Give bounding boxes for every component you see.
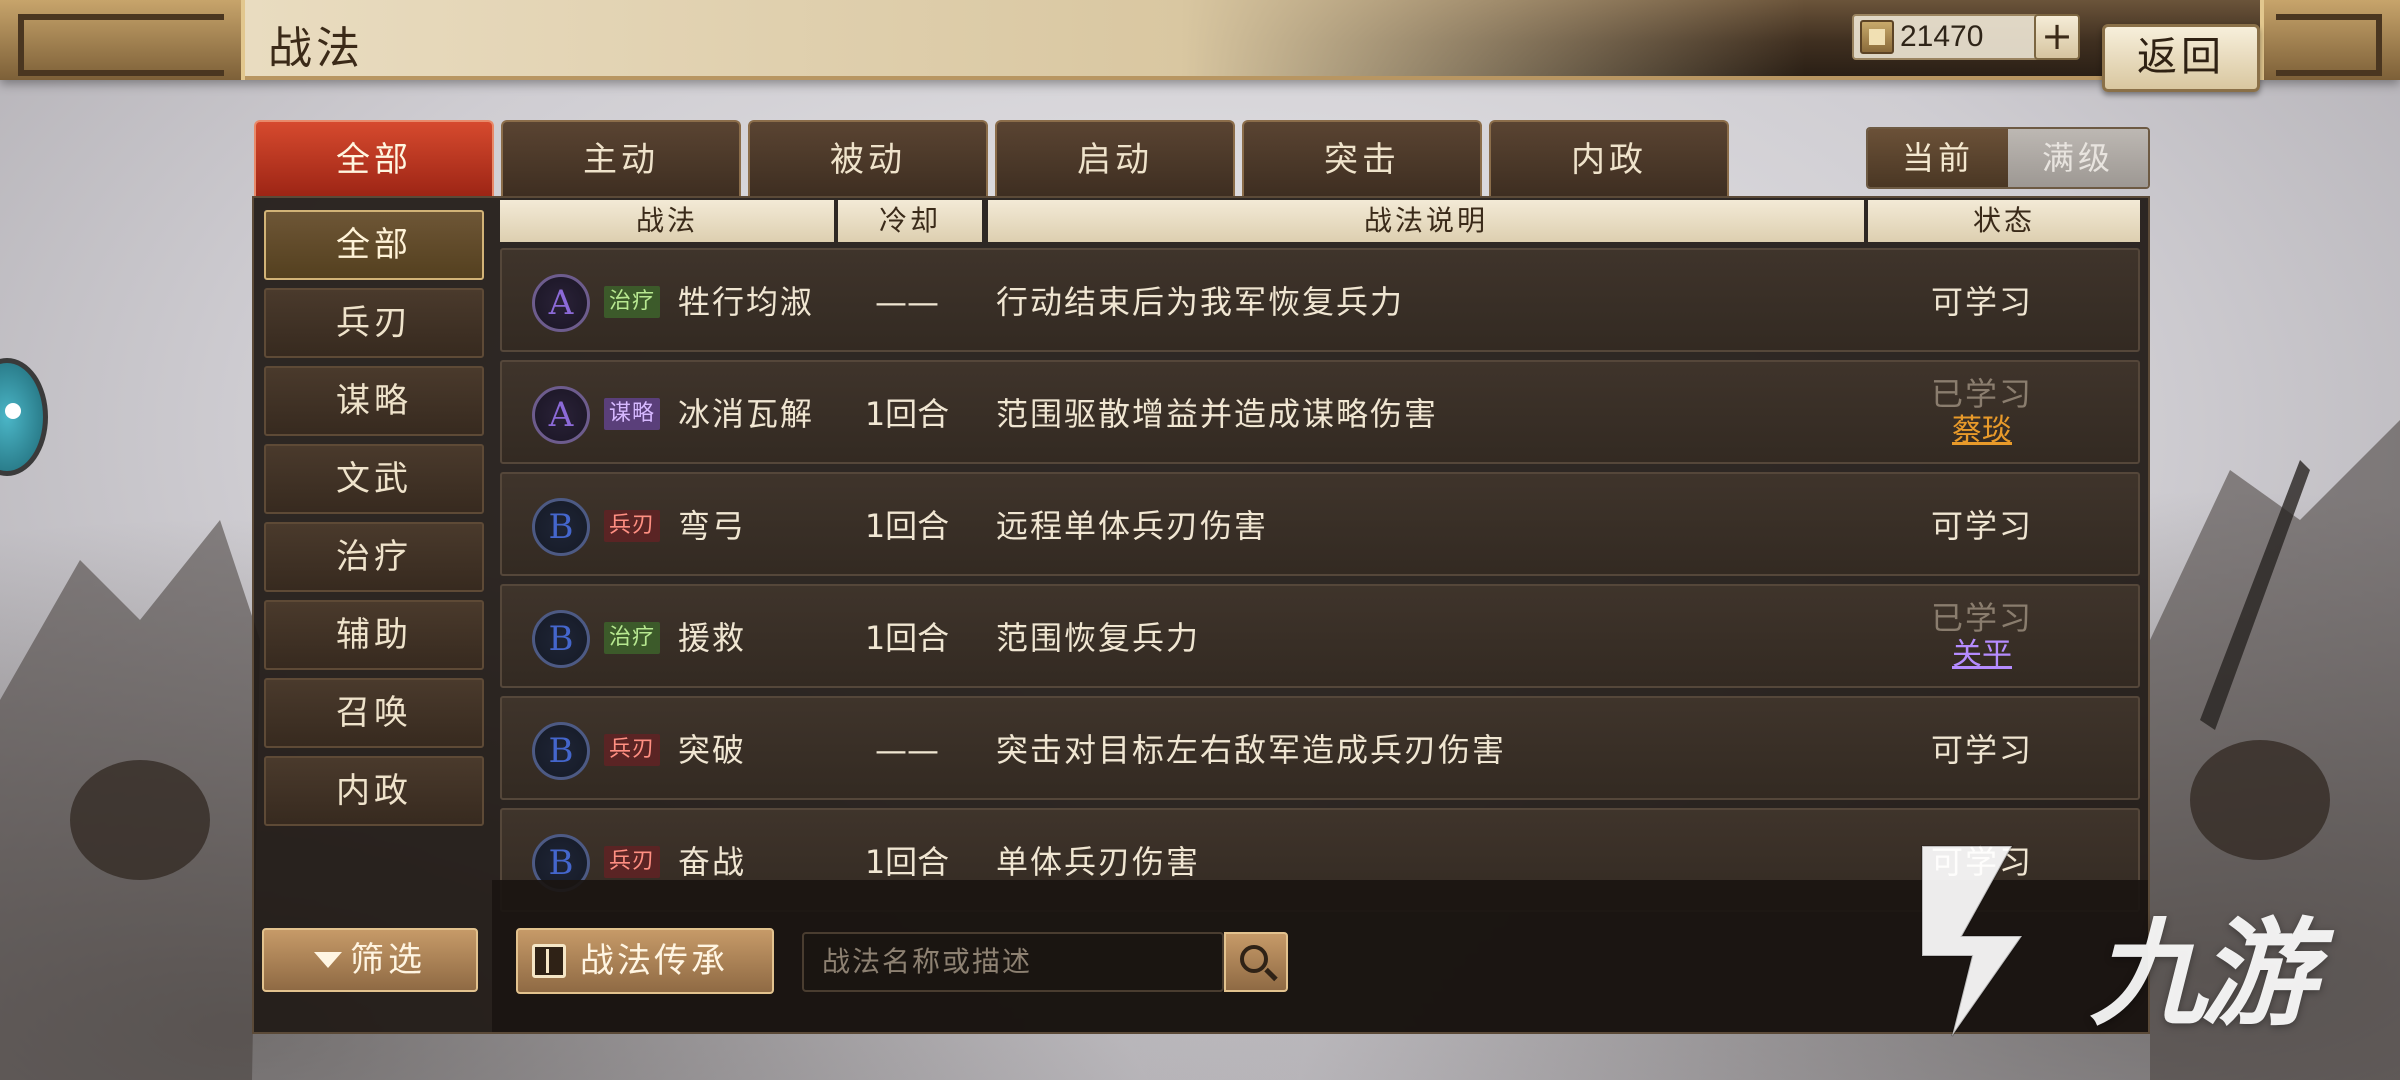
table-row[interactable]: A 治疗 牲行均淑 —— 行动结束后为我军恢复兵力 可学习 bbox=[500, 248, 2140, 352]
table-row[interactable]: A 谋略 冰消瓦解 1回合 范围驱散增益并造成谋略伤害 已学习 蔡琰 bbox=[500, 360, 2140, 464]
table-row[interactable]: B 兵刃 突破 —— 突击对目标左右敌军造成兵刃伤害 可学习 bbox=[500, 696, 2140, 800]
sidebar-item-internal-affairs[interactable]: 内政 bbox=[264, 756, 484, 826]
skill-name: 冰消瓦解 bbox=[678, 395, 815, 433]
header-ornament-right bbox=[2260, 0, 2400, 80]
skill-name: 牲行均淑 bbox=[678, 283, 815, 321]
skill-name: 弯弓 bbox=[678, 507, 747, 545]
skill-cooldown: 1回合 bbox=[864, 507, 950, 545]
sidebar-item-support[interactable]: 辅助 bbox=[264, 600, 484, 670]
skill-description: 单体兵刃伤害 bbox=[996, 843, 1201, 881]
back-button[interactable]: 返回 bbox=[2102, 24, 2260, 92]
skill-status: 可学习 bbox=[1930, 731, 2033, 769]
title-plate bbox=[245, 0, 1805, 76]
header-ornament-left bbox=[0, 0, 245, 80]
skill-name: 突破 bbox=[678, 731, 747, 769]
level-toggle: 当前 满级 bbox=[1866, 127, 2150, 189]
tab-assault[interactable]: 突击 bbox=[1242, 120, 1482, 196]
grade-b-icon: B bbox=[532, 722, 590, 780]
page-title: 战法 bbox=[268, 23, 364, 74]
skill-status: 已学习 bbox=[1930, 599, 2033, 637]
tab-trigger[interactable]: 启动 bbox=[995, 120, 1235, 196]
type-badge: 治疗 bbox=[604, 622, 661, 654]
skill-description: 范围恢复兵力 bbox=[996, 619, 1201, 657]
watermark-text: 九游 bbox=[2090, 907, 2316, 1042]
type-badge: 兵刃 bbox=[604, 846, 661, 878]
sidebar-item-blade[interactable]: 兵刃 bbox=[264, 288, 484, 358]
sidebar-item-strategy[interactable]: 谋略 bbox=[264, 366, 484, 436]
type-badge: 谋略 bbox=[604, 398, 661, 430]
type-badge: 治疗 bbox=[604, 286, 661, 318]
add-currency-button[interactable]: + bbox=[2034, 14, 2080, 60]
header-skill: 战法 bbox=[500, 200, 834, 242]
book-icon bbox=[532, 944, 566, 978]
skill-cooldown: 1回合 bbox=[864, 395, 950, 433]
table-row[interactable]: B 兵刃 弯弓 1回合 远程单体兵刃伤害 可学习 bbox=[500, 472, 2140, 576]
skill-status: 已学习 bbox=[1930, 375, 2033, 413]
currency-display: 21470 bbox=[1852, 14, 2042, 60]
tab-passive[interactable]: 被动 bbox=[748, 120, 988, 196]
sidebar-item-civil-military[interactable]: 文武 bbox=[264, 444, 484, 514]
category-tabs: 全部 主动 被动 启动 突击 内政 bbox=[254, 120, 1729, 196]
skill-cooldown: —— bbox=[875, 283, 939, 321]
tab-internal-affairs[interactable]: 内政 bbox=[1489, 120, 1729, 196]
filter-button[interactable]: 筛选 bbox=[262, 928, 478, 992]
header-status: 状态 bbox=[1868, 200, 2140, 242]
tab-active[interactable]: 主动 bbox=[501, 120, 741, 196]
skill-name: 奋战 bbox=[678, 843, 747, 881]
filter-label: 筛选 bbox=[350, 940, 426, 980]
skill-description: 突击对目标左右敌军造成兵刃伤害 bbox=[996, 731, 1507, 769]
type-badge: 兵刃 bbox=[604, 734, 661, 766]
skill-cooldown: 1回合 bbox=[864, 843, 950, 881]
skill-status: 可学习 bbox=[1930, 507, 2033, 545]
header-description: 战法说明 bbox=[988, 200, 1864, 242]
search-icon bbox=[1240, 945, 1268, 973]
grade-b-icon: B bbox=[532, 498, 590, 556]
sidebar-item-summon[interactable]: 召唤 bbox=[264, 678, 484, 748]
skill-inherit-label: 战法传承 bbox=[580, 941, 728, 981]
skill-status: 可学习 bbox=[1930, 283, 2033, 321]
grade-b-icon: B bbox=[532, 610, 590, 668]
skill-inherit-button[interactable]: 战法传承 bbox=[516, 928, 774, 994]
type-badge: 兵刃 bbox=[604, 510, 661, 542]
skill-description: 远程单体兵刃伤害 bbox=[996, 507, 1269, 545]
learner-link[interactable]: 蔡琰 bbox=[1882, 412, 2082, 450]
skill-description: 范围驱散增益并造成谋略伤害 bbox=[996, 395, 1439, 433]
search-input[interactable]: 战法名称或描述 bbox=[802, 932, 1224, 992]
skill-name: 援救 bbox=[678, 619, 747, 657]
skill-cooldown: —— bbox=[875, 731, 939, 769]
grade-a-icon: A bbox=[532, 386, 590, 444]
header-cooldown: 冷却 bbox=[838, 200, 982, 242]
skill-cooldown: 1回合 bbox=[864, 619, 950, 657]
sidebar-item-all[interactable]: 全部 bbox=[264, 210, 484, 280]
skill-description: 行动结束后为我军恢复兵力 bbox=[996, 283, 1405, 321]
type-sidebar: 全部 兵刃 谋略 文武 治疗 辅助 召唤 内政 bbox=[258, 200, 490, 832]
currency-value: 21470 bbox=[1900, 20, 1984, 53]
sidebar-item-heal[interactable]: 治疗 bbox=[264, 522, 484, 592]
table-row[interactable]: B 治疗 援救 1回合 范围恢复兵力 已学习 关平 bbox=[500, 584, 2140, 688]
jade-currency-icon bbox=[1860, 20, 1894, 54]
grade-a-icon: A bbox=[532, 274, 590, 332]
level-current-button[interactable]: 当前 bbox=[1868, 129, 2008, 187]
floating-assistant-icon[interactable] bbox=[0, 358, 48, 476]
skill-status: 可学习 bbox=[1930, 843, 2033, 881]
search-button[interactable] bbox=[1224, 932, 1288, 992]
filter-icon bbox=[314, 952, 342, 968]
level-max-button[interactable]: 满级 bbox=[2008, 129, 2148, 187]
learner-link[interactable]: 关平 bbox=[1882, 636, 2082, 674]
tab-all[interactable]: 全部 bbox=[254, 120, 494, 196]
